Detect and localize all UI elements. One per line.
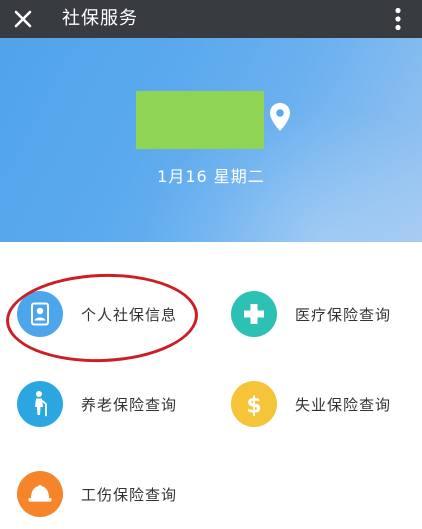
more-vertical-icon: [395, 7, 401, 31]
date-label: 1月16 星期二: [157, 167, 265, 186]
service-icon-circle: [17, 381, 63, 427]
city-name-placeholder: [136, 91, 264, 149]
dollar-icon: $: [246, 394, 261, 418]
elderly-person-icon: [35, 391, 47, 417]
service-work-injury-insurance[interactable]: 工伤保险查询: [17, 459, 177, 529]
hero-banner: 1月16 星期二: [0, 38, 422, 242]
medical-cross-icon: [244, 304, 264, 324]
service-pension-insurance[interactable]: 养老保险查询: [17, 369, 177, 439]
id-card-icon: [31, 302, 49, 326]
service-icon-circle: [17, 291, 63, 337]
top-bar: 社保服务: [0, 0, 422, 38]
location-pin-icon[interactable]: [268, 102, 292, 132]
more-options-button[interactable]: [384, 2, 412, 36]
service-icon-circle: [17, 471, 63, 517]
service-label: 个人社保信息: [81, 305, 178, 324]
service-unemployment-insurance[interactable]: $ 失业保险查询: [231, 369, 391, 439]
service-label: 工伤保险查询: [81, 485, 178, 504]
service-grid: 个人社保信息 医疗保险查询 养老保险查询 $ 失业保险查询 工伤保险查询: [0, 242, 422, 520]
svg-text:$: $: [246, 394, 261, 418]
close-button[interactable]: [6, 2, 40, 36]
hard-hat-icon: [28, 485, 52, 502]
service-label: 失业保险查询: [295, 395, 392, 414]
page-title: 社保服务: [62, 8, 138, 29]
service-icon-circle: $: [231, 381, 277, 427]
service-label: 医疗保险查询: [295, 305, 392, 324]
service-icon-circle: [231, 291, 277, 337]
service-medical-insurance[interactable]: 医疗保险查询: [231, 279, 391, 349]
close-icon: [14, 10, 32, 28]
service-personal-info[interactable]: 个人社保信息: [17, 279, 177, 349]
service-label: 养老保险查询: [81, 395, 178, 414]
